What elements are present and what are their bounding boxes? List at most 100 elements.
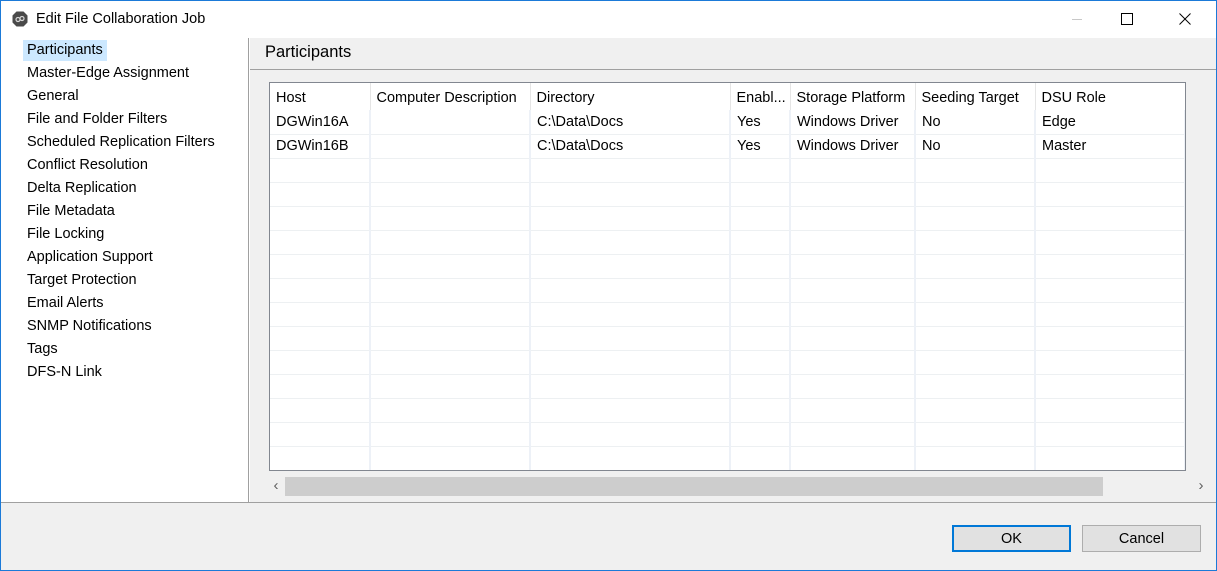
column-header-enabled[interactable]: Enabl... — [730, 83, 791, 110]
empty-cell — [1185, 254, 1186, 278]
nav-item-tags[interactable]: Tags — [23, 339, 62, 360]
cell-dsu-role: Edge — [1035, 110, 1185, 135]
empty-cell — [790, 326, 916, 351]
empty-cell — [790, 206, 916, 231]
empty-cell — [915, 302, 1036, 327]
empty-cell — [530, 278, 731, 303]
empty-cell — [1035, 398, 1185, 423]
empty-cell — [270, 302, 371, 327]
column-header-filler — [1185, 83, 1186, 110]
empty-cell — [370, 398, 531, 423]
empty-cell — [730, 398, 791, 423]
minimize-button[interactable] — [1054, 1, 1100, 38]
empty-cell — [730, 182, 791, 207]
nav-item-snmp-notifications[interactable]: SNMP Notifications — [23, 316, 156, 337]
empty-cell — [1185, 302, 1186, 326]
nav-item-file-metadata[interactable]: File Metadata — [23, 201, 119, 222]
cell-filler — [1185, 110, 1186, 134]
empty-cell — [730, 254, 791, 279]
nav-item-target-protection[interactable]: Target Protection — [23, 270, 141, 291]
nav-item-scheduled-replication-filters[interactable]: Scheduled Replication Filters — [23, 132, 219, 153]
empty-table-row — [270, 446, 1185, 470]
nav-item-email-alerts[interactable]: Email Alerts — [23, 293, 108, 314]
empty-cell — [915, 446, 1036, 470]
cell-enabled: Yes — [730, 134, 791, 159]
nav-item-general[interactable]: General — [23, 86, 83, 107]
nav-item-file-locking[interactable]: File Locking — [23, 224, 108, 245]
nav-item-file-and-folder-filters[interactable]: File and Folder Filters — [23, 109, 171, 130]
close-button[interactable] — [1162, 1, 1208, 38]
nav-item-conflict-resolution[interactable]: Conflict Resolution — [23, 155, 152, 176]
horizontal-scrollbar[interactable]: ‹ › — [269, 473, 1214, 500]
empty-cell — [530, 446, 731, 470]
empty-cell — [270, 278, 371, 303]
empty-table-row — [270, 302, 1186, 327]
cell-host: DGWin16B — [270, 134, 371, 159]
column-header-seeding-target[interactable]: Seeding Target — [915, 83, 1036, 110]
column-header-computer-description[interactable]: Computer Description — [370, 83, 531, 110]
empty-cell — [790, 158, 916, 183]
window-title: Edit File Collaboration Job — [36, 11, 206, 27]
empty-cell — [530, 326, 731, 351]
empty-cell — [270, 182, 371, 207]
peer-link-icon — [12, 11, 28, 27]
ok-button[interactable]: OK — [952, 525, 1071, 552]
nav-item-master-edge-assignment[interactable]: Master-Edge Assignment — [23, 63, 193, 84]
empty-cell — [530, 374, 731, 399]
empty-cell — [730, 302, 791, 327]
settings-nav: Participants Master-Edge Assignment Gene… — [1, 38, 249, 502]
empty-cell — [730, 350, 791, 375]
empty-cell — [1035, 230, 1185, 255]
empty-cell — [370, 446, 531, 470]
table-row[interactable]: DGWin16B C:\Data\Docs Yes Windows Driver… — [270, 134, 1185, 159]
cell-seeding-target: No — [915, 134, 1036, 159]
participants-grid: Host Computer Description Directory Enab… — [270, 83, 1186, 470]
column-header-directory[interactable]: Directory — [530, 83, 731, 110]
nav-item-delta-replication[interactable]: Delta Replication — [23, 178, 141, 199]
empty-cell — [1035, 182, 1185, 207]
empty-cell — [1185, 350, 1186, 374]
empty-cell — [1185, 398, 1186, 422]
scroll-left-arrow-icon[interactable]: ‹ — [269, 477, 283, 495]
empty-cell — [370, 158, 531, 183]
empty-cell — [790, 302, 916, 327]
empty-cell — [790, 374, 916, 399]
empty-cell — [370, 326, 531, 351]
empty-cell — [1185, 230, 1186, 254]
column-header-host[interactable]: Host — [270, 83, 371, 110]
dialog-footer: OK Cancel — [1, 502, 1216, 570]
nav-item-application-support[interactable]: Application Support — [23, 247, 157, 268]
nav-item-participants[interactable]: Participants — [23, 40, 107, 61]
participants-table[interactable]: Host Computer Description Directory Enab… — [269, 82, 1186, 471]
scrollbar-thumb[interactable] — [285, 477, 1103, 496]
empty-cell — [790, 398, 916, 423]
column-header-storage-platform[interactable]: Storage Platform — [790, 83, 916, 110]
scroll-right-arrow-icon[interactable]: › — [1194, 477, 1208, 495]
empty-cell — [1035, 158, 1185, 183]
participants-panel: Participants Host Computer Description D… — [250, 38, 1216, 502]
cell-directory: C:\Data\Docs — [530, 110, 731, 135]
empty-cell — [270, 206, 371, 231]
empty-cell — [530, 422, 731, 447]
empty-cell — [370, 374, 531, 399]
empty-cell — [1185, 182, 1186, 206]
empty-cell — [730, 206, 791, 231]
cancel-button[interactable]: Cancel — [1082, 525, 1201, 552]
table-row[interactable]: DGWin16A C:\Data\Docs Yes Windows Driver… — [270, 110, 1186, 135]
empty-cell — [915, 278, 1036, 303]
empty-cell — [730, 278, 791, 303]
nav-item-dfs-n-link[interactable]: DFS-N Link — [23, 362, 106, 383]
maximize-icon — [1121, 12, 1133, 28]
title-bar: Edit File Collaboration Job — [1, 1, 1216, 38]
maximize-button[interactable] — [1104, 1, 1150, 38]
cell-enabled: Yes — [730, 110, 791, 135]
empty-table-row — [270, 374, 1185, 399]
empty-cell — [530, 350, 731, 375]
cell-host: DGWin16A — [270, 110, 371, 135]
empty-cell — [1035, 302, 1185, 327]
empty-cell — [915, 398, 1036, 423]
empty-cell — [370, 302, 531, 327]
column-header-dsu-role[interactable]: DSU Role — [1035, 83, 1185, 110]
empty-table-row — [270, 158, 1185, 183]
empty-cell — [1035, 374, 1185, 399]
